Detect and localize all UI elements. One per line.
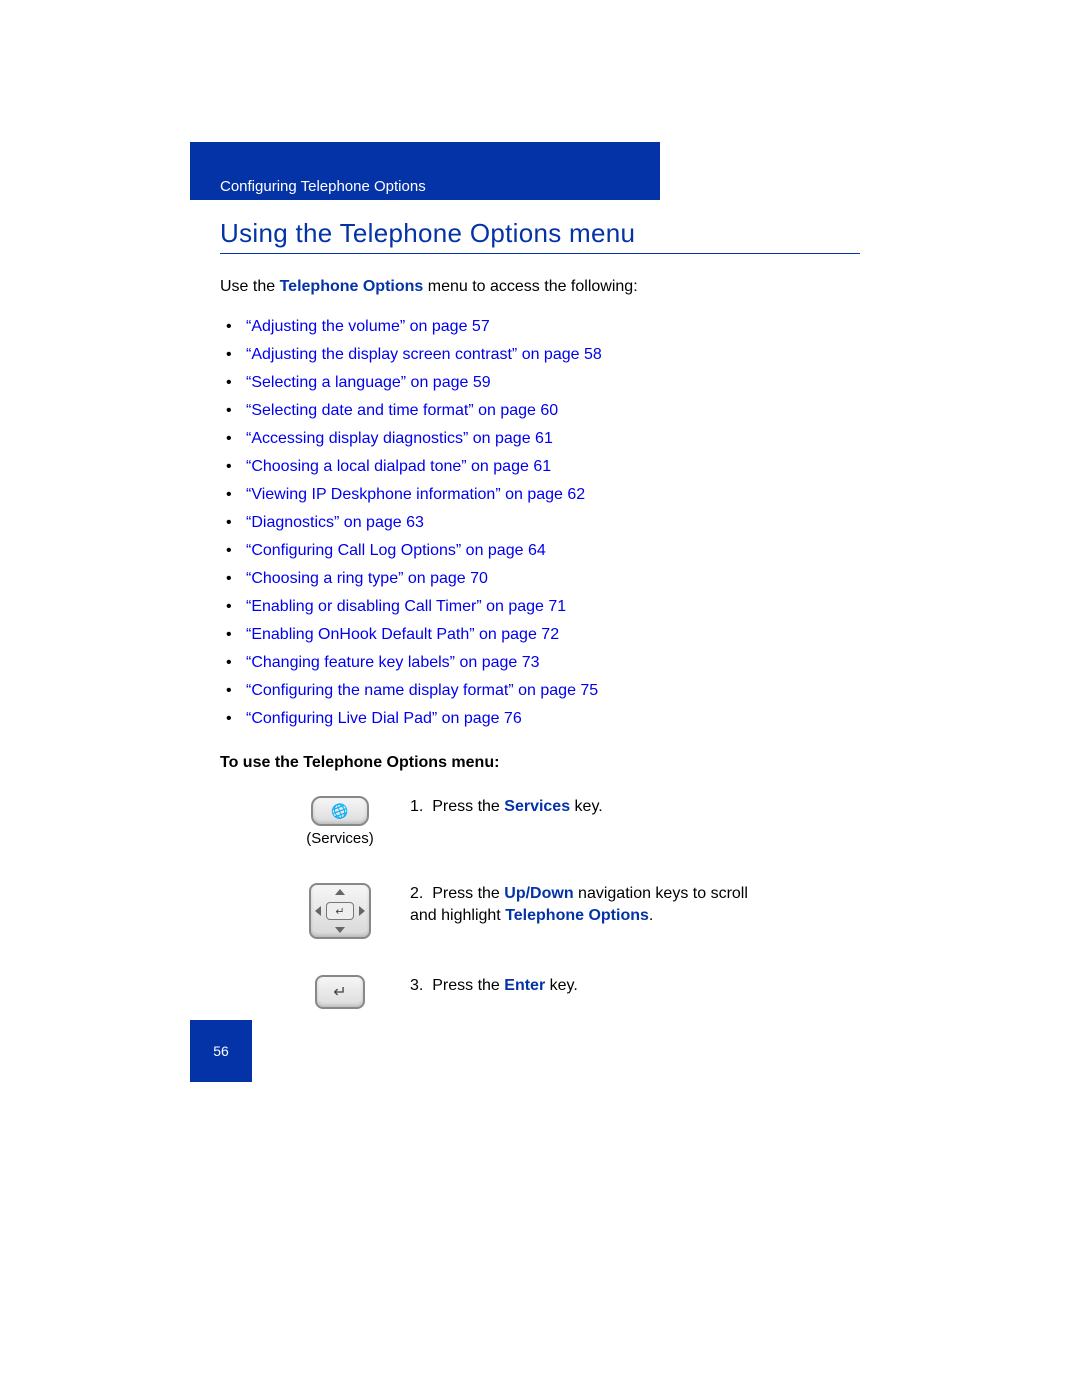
xref-link[interactable]: “Changing feature key labels” on page 73: [220, 654, 880, 672]
xref-link[interactable]: “Configuring the name display format” on…: [220, 682, 880, 700]
step-icon-column: ↵: [300, 883, 380, 939]
intro-suffix: menu to access the following:: [423, 278, 637, 295]
xref-link[interactable]: “Choosing a local dialpad tone” on page …: [220, 458, 880, 476]
procedure-heading: To use the Telephone Options menu:: [220, 754, 880, 772]
step-text: 1. Press the Services key.: [410, 796, 770, 818]
intro-emphasis: Telephone Options: [280, 278, 424, 295]
xref-link[interactable]: “Viewing IP Deskphone information” on pa…: [220, 486, 880, 504]
services-key-icon: 🌐: [311, 796, 369, 826]
step-2: ↵ 2. Press the Up/Down navigation keys t…: [300, 883, 880, 939]
intro-prefix: Use the: [220, 278, 280, 295]
step-text: 2. Press the Up/Down navigation keys to …: [410, 883, 770, 926]
updown-keyword: Up/Down: [504, 885, 573, 902]
step-3: ↵ 3. Press the Enter key.: [300, 975, 880, 1009]
step-text: 3. Press the Enter key.: [410, 975, 770, 997]
step-icon-column: ↵: [300, 975, 380, 1009]
enter-key-icon: ↵: [315, 975, 365, 1009]
step-number: 3.: [410, 977, 423, 994]
xref-link[interactable]: “Adjusting the display screen contrast” …: [220, 346, 880, 364]
services-caption: (Services): [306, 830, 374, 847]
procedure-steps: 🌐 (Services) 1. Press the Services key. …: [300, 796, 880, 1009]
xref-link[interactable]: “Selecting date and time format” on page…: [220, 402, 880, 420]
globe-glyph-icon: 🌐: [329, 800, 351, 822]
step-text-part: Press the: [432, 798, 504, 815]
arrow-right-icon: [359, 906, 365, 916]
xref-link[interactable]: “Adjusting the volume” on page 57: [220, 318, 880, 336]
content-area: Using the Telephone Options menu Use the…: [220, 218, 880, 1009]
xref-link[interactable]: “Accessing display diagnostics” on page …: [220, 430, 880, 448]
enter-center-icon: ↵: [326, 902, 354, 920]
services-keyword: Services: [504, 798, 570, 815]
page-number-value: 56: [213, 1043, 229, 1059]
arrow-up-icon: [335, 889, 345, 895]
step-text-part: Press the: [432, 977, 504, 994]
chapter-title: Configuring Telephone Options: [220, 178, 426, 195]
page-number: 56: [190, 1020, 252, 1082]
step-text-part: key.: [570, 798, 603, 815]
step-text-part: key.: [545, 977, 578, 994]
xref-link[interactable]: “Diagnostics” on page 63: [220, 514, 880, 532]
cross-reference-list: “Adjusting the volume” on page 57 “Adjus…: [220, 318, 880, 728]
intro-paragraph: Use the Telephone Options menu to access…: [220, 278, 880, 296]
navigation-pad-icon: ↵: [309, 883, 371, 939]
step-number: 2.: [410, 885, 423, 902]
step-text-part: .: [649, 907, 653, 924]
heading-underline: [220, 253, 860, 254]
telephone-options-keyword: Telephone Options: [505, 907, 649, 924]
step-number: 1.: [410, 798, 423, 815]
step-1: 🌐 (Services) 1. Press the Services key.: [300, 796, 880, 847]
step-icon-column: 🌐 (Services): [300, 796, 380, 847]
xref-link[interactable]: “Selecting a language” on page 59: [220, 374, 880, 392]
xref-link[interactable]: “Enabling or disabling Call Timer” on pa…: [220, 598, 880, 616]
xref-link[interactable]: “Configuring Call Log Options” on page 6…: [220, 542, 880, 560]
arrow-left-icon: [315, 906, 321, 916]
section-heading: Using the Telephone Options menu: [220, 218, 880, 249]
xref-link[interactable]: “Enabling OnHook Default Path” on page 7…: [220, 626, 880, 644]
xref-link[interactable]: “Choosing a ring type” on page 70: [220, 570, 880, 588]
arrow-down-icon: [335, 927, 345, 933]
xref-link[interactable]: “Configuring Live Dial Pad” on page 76: [220, 710, 880, 728]
step-text-part: Press the: [432, 885, 504, 902]
enter-keyword: Enter: [504, 977, 545, 994]
document-page: Configuring Telephone Options Using the …: [0, 0, 1080, 1397]
